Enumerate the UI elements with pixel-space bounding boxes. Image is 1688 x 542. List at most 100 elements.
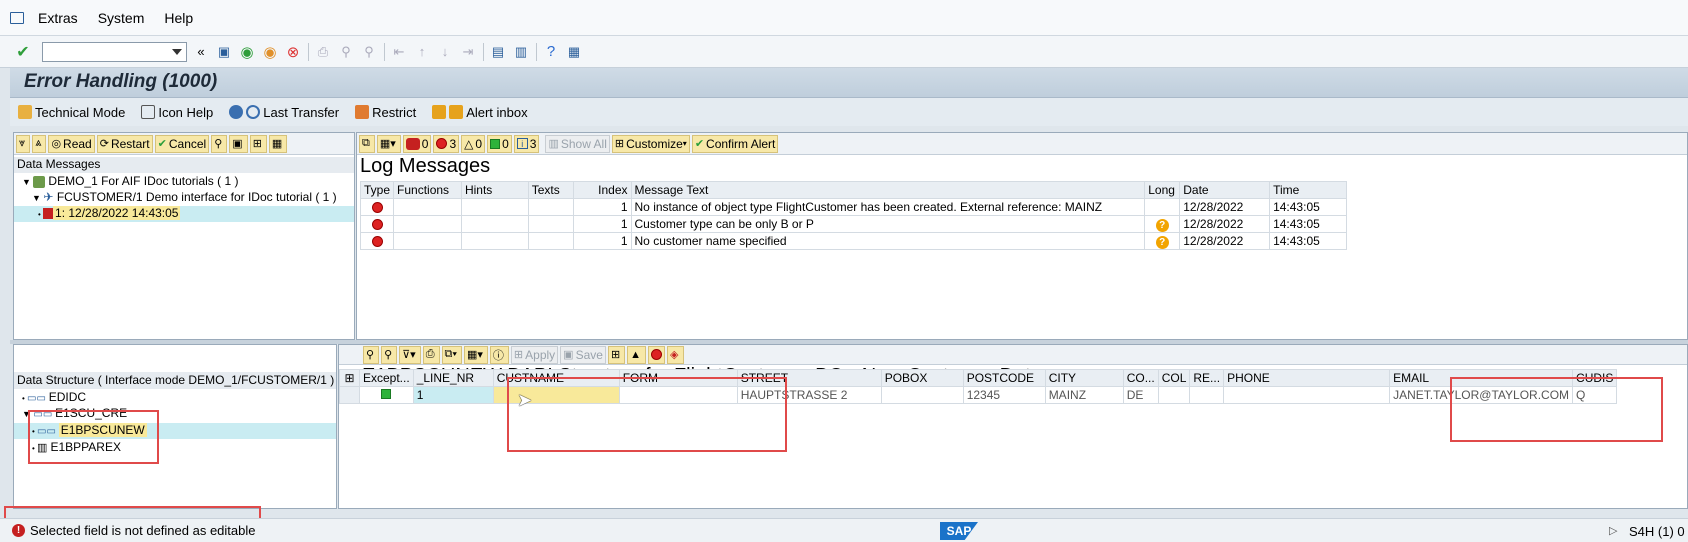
back-icon[interactable]: ◉: [238, 43, 256, 61]
postcode-cell[interactable]: 12345: [962, 386, 1046, 404]
save-icon[interactable]: ▣: [215, 43, 233, 61]
cancel-icon[interactable]: ⊗: [284, 43, 302, 61]
tree-node-edidc[interactable]: • ▭▭ EDIDC: [22, 390, 86, 404]
collapse-icon[interactable]: «: [192, 43, 210, 61]
print-button[interactable]: ⎙: [422, 345, 440, 364]
monitor-button[interactable]: ▣: [229, 134, 248, 153]
info-filter-button[interactable]: i3: [513, 134, 540, 153]
expand-status-icon[interactable]: ▷: [1609, 524, 1617, 537]
stop-filter-button[interactable]: 0: [402, 134, 432, 153]
read-button[interactable]: ◎ Read: [48, 134, 95, 153]
layout-button[interactable]: ▦: [268, 134, 288, 153]
details-button[interactable]: ⧉: [359, 134, 375, 153]
layout-icon[interactable]: ▦: [565, 43, 583, 61]
col-pobox[interactable]: POBOX: [880, 369, 964, 387]
col-line-nr[interactable]: _LINE_NR: [412, 369, 494, 387]
apply-button[interactable]: ⊞ Apply: [510, 345, 559, 364]
chevron-down-icon[interactable]: [172, 48, 182, 55]
find-next-button[interactable]: ⚲: [381, 345, 398, 364]
new-session-icon[interactable]: ▤: [489, 43, 507, 61]
find-button[interactable]: ⚲: [211, 134, 228, 153]
hierarchy-button[interactable]: ⊞: [249, 134, 267, 153]
log-row[interactable]: 1 Customer type can be only B or P ? 12/…: [359, 215, 1347, 233]
find-icon[interactable]: ⚲: [337, 43, 355, 61]
cancel-button[interactable]: ✔ Cancel: [154, 134, 210, 153]
prev-page-icon[interactable]: ↑: [413, 43, 431, 61]
find-button[interactable]: ⚲: [363, 345, 380, 364]
find-next-icon[interactable]: ⚲: [360, 43, 378, 61]
restrict-button[interactable]: Restrict: [355, 105, 416, 120]
city-cell[interactable]: MAINZ: [1044, 386, 1124, 404]
error-filter-button[interactable]: 3: [433, 134, 460, 153]
menu-extras[interactable]: Extras: [38, 10, 78, 26]
menu-help[interactable]: Help: [164, 10, 193, 26]
col-hints[interactable]: Hints: [460, 181, 529, 199]
first-page-icon[interactable]: ⇤: [390, 43, 408, 61]
log-row[interactable]: 1 No instance of object type FlightCusto…: [359, 198, 1347, 216]
show-all-button[interactable]: ▥ Show All: [545, 134, 610, 153]
alert-inbox-button[interactable]: Alert inbox: [432, 105, 528, 120]
print-icon[interactable]: ⎙: [314, 43, 332, 61]
tree-expand-icon[interactable]: ▼: [32, 193, 43, 203]
col-date[interactable]: Date: [1179, 181, 1271, 199]
tree-node-fcustomer[interactable]: ▼ ✈ FCUSTOMER/1 Demo interface for IDoc …: [32, 190, 337, 204]
col-time[interactable]: Time: [1269, 181, 1347, 199]
col-re[interactable]: RE...: [1189, 369, 1225, 387]
next-page-icon[interactable]: ↓: [436, 43, 454, 61]
export-button[interactable]: ⧉▾: [441, 345, 462, 364]
shortcut-icon[interactable]: ▥: [512, 43, 530, 61]
last-page-icon[interactable]: ⇥: [459, 43, 477, 61]
col-postcode[interactable]: POSTCODE: [962, 369, 1046, 387]
col-long[interactable]: Long: [1144, 181, 1181, 199]
exit-icon[interactable]: ◉: [261, 43, 279, 61]
hierarchy-button[interactable]: ⊞: [607, 345, 626, 364]
enter-icon[interactable]: ✔: [14, 43, 32, 61]
col-col[interactable]: COL: [1157, 369, 1191, 387]
warning-filter-button[interactable]: △ 0: [461, 134, 486, 153]
col-type[interactable]: Type: [359, 181, 395, 199]
col-select[interactable]: ⊞: [339, 369, 360, 387]
collapse-button[interactable]: ⩓: [32, 134, 47, 153]
row-selector[interactable]: [339, 386, 360, 404]
long-cell[interactable]: ?: [1144, 232, 1181, 250]
app-menu-icon[interactable]: [10, 11, 24, 24]
tree-node-message[interactable]: • 1: 12/28/2022 14:43:05: [14, 206, 354, 222]
tree-expand-icon[interactable]: ▼: [22, 177, 33, 187]
phone-cell[interactable]: [1223, 386, 1391, 404]
col-phone[interactable]: PHONE: [1223, 369, 1391, 387]
col-cell[interactable]: [1157, 386, 1191, 404]
country-cell[interactable]: DE: [1122, 386, 1159, 404]
col-exception[interactable]: Except...: [359, 369, 414, 387]
mountain-button[interactable]: ▲: [627, 345, 647, 364]
status-message[interactable]: ! Selected field is not defined as edita…: [12, 523, 256, 538]
log-row[interactable]: 1 No customer name specified ? 12/28/202…: [359, 232, 1347, 250]
alert-button[interactable]: ◈: [667, 345, 684, 364]
info-button[interactable]: ⓘ: [489, 345, 509, 364]
save-button[interactable]: ▣ Save: [560, 345, 606, 364]
col-country[interactable]: CO...: [1122, 369, 1159, 387]
col-index[interactable]: Index: [572, 181, 632, 199]
menu-system[interactable]: System: [98, 10, 145, 26]
layout-button[interactable]: ▦▾: [464, 345, 488, 364]
col-message-text[interactable]: Message Text: [630, 181, 1146, 199]
command-field[interactable]: [42, 41, 187, 62]
col-texts[interactable]: Texts: [527, 181, 574, 199]
layout-button[interactable]: ▦▾: [376, 134, 401, 153]
customize-button[interactable]: ⊞ Customize ▾: [611, 134, 690, 153]
success-filter-button[interactable]: 0: [487, 134, 512, 153]
error-button[interactable]: [648, 345, 666, 364]
technical-mode-button[interactable]: Technical Mode: [18, 105, 125, 120]
long-text-icon[interactable]: ?: [1155, 218, 1169, 232]
col-functions[interactable]: Functions: [393, 181, 462, 199]
restart-button[interactable]: ⟳ Restart: [96, 134, 153, 153]
tree-node-demo1[interactable]: ▼ DEMO_1 For AIF IDoc tutorials ( 1 ): [22, 174, 238, 188]
long-text-icon[interactable]: ?: [1155, 235, 1169, 249]
expand-button[interactable]: ⩔: [16, 134, 31, 153]
confirm-alert-button[interactable]: ✔ Confirm Alert: [691, 134, 779, 153]
system-info[interactable]: S4H (1) 0: [1629, 524, 1685, 539]
icon-help-button[interactable]: Icon Help: [141, 105, 213, 120]
pobox-cell[interactable]: [880, 386, 964, 404]
filter-button[interactable]: ⊽▾: [399, 345, 421, 364]
help-icon[interactable]: ?: [542, 43, 560, 61]
long-cell[interactable]: ?: [1144, 215, 1181, 233]
